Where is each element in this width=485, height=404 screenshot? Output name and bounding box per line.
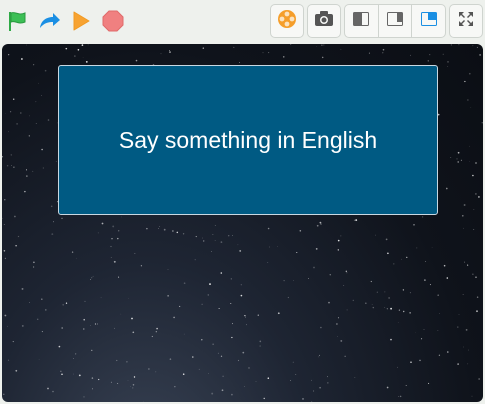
stop-icon[interactable] bbox=[101, 9, 125, 33]
stage[interactable]: Say something in English bbox=[2, 44, 483, 402]
tilt-icon bbox=[277, 9, 297, 34]
redo-arrow-icon[interactable] bbox=[37, 9, 61, 33]
fullscreen-button[interactable] bbox=[449, 4, 483, 38]
large-stage-button[interactable] bbox=[412, 5, 445, 37]
normal-stage-icon bbox=[387, 11, 403, 31]
play-icon[interactable] bbox=[69, 9, 93, 33]
ask-prompt-text: Say something in English bbox=[118, 126, 378, 153]
green-flag-icon[interactable] bbox=[5, 9, 29, 33]
camera-icon bbox=[314, 10, 334, 33]
small-stage-icon bbox=[353, 11, 370, 31]
normal-stage-button[interactable] bbox=[379, 5, 413, 37]
ask-prompt-box: Say something in English bbox=[58, 65, 438, 215]
fullscreen-icon bbox=[458, 11, 474, 32]
large-stage-icon bbox=[420, 11, 437, 31]
toolbar bbox=[0, 0, 485, 42]
stage-size-toggle bbox=[344, 4, 446, 38]
small-stage-button[interactable] bbox=[345, 5, 379, 37]
camera-button[interactable] bbox=[307, 4, 341, 38]
tilt-button[interactable] bbox=[270, 4, 304, 38]
